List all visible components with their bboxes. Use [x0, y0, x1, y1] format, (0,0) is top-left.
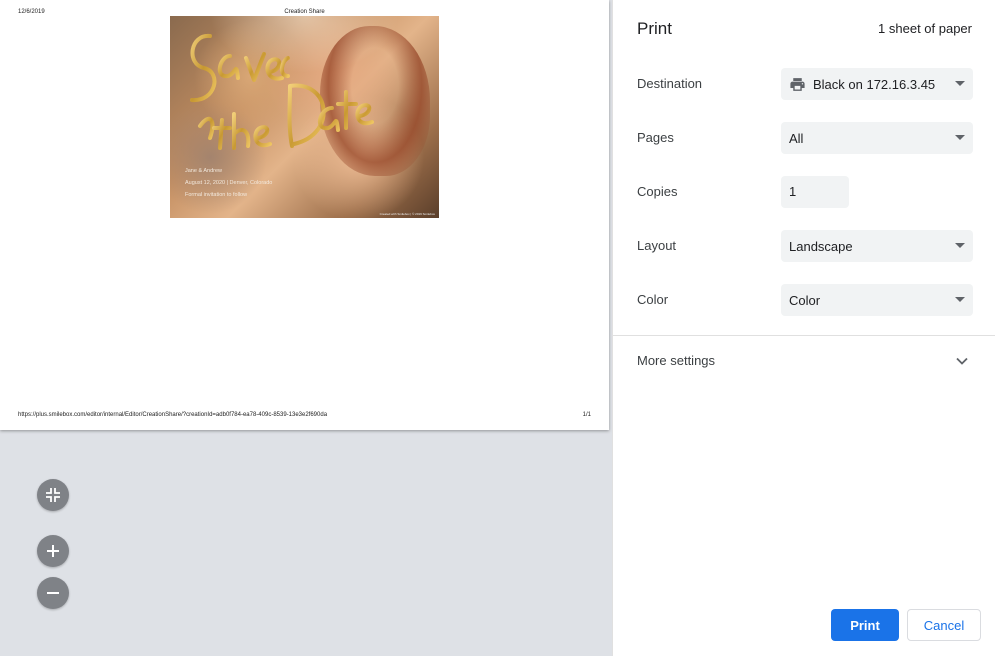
sheet-count: 1 sheet of paper: [878, 21, 972, 36]
print-preview-area: 12/6/2019 Creation Share Jane & Andrew A…: [0, 0, 612, 656]
layout-value: Landscape: [789, 238, 853, 254]
print-settings-panel: Print 1 sheet of paper Destination Black…: [612, 0, 995, 656]
photo-names: Jane & Andrew: [185, 168, 222, 174]
destination-label: Destination: [637, 76, 703, 91]
page-header-title: Creation Share: [284, 9, 325, 15]
save-the-date-lettering: [190, 33, 374, 150]
plus-icon: [47, 545, 59, 557]
page-footer-url: https://plus.smilebox.com/editor/interna…: [18, 412, 328, 418]
photo-credit: Created with Smilebox | © 2019 Smilebox: [379, 212, 435, 216]
color-select[interactable]: Color: [781, 284, 973, 316]
photo-line3: Formal invitation to follow: [185, 192, 248, 198]
color-label: Color: [637, 292, 669, 307]
chevron-down-icon: [955, 81, 965, 86]
chevron-down-icon[interactable]: [955, 354, 969, 368]
layout-label: Layout: [637, 238, 677, 253]
chevron-down-icon: [955, 243, 965, 248]
chevron-down-icon: [955, 297, 965, 302]
destination-value: Black on 172.16.3.45: [813, 76, 936, 92]
chevron-down-icon: [955, 135, 965, 140]
pages-value: All: [789, 130, 804, 146]
save-the-date-image: Jane & Andrew August 12, 2020 | Denver, …: [170, 16, 439, 218]
preview-page: 12/6/2019 Creation Share Jane & Andrew A…: [0, 0, 609, 430]
pages-select[interactable]: All: [781, 122, 973, 154]
more-settings-toggle[interactable]: More settings: [637, 353, 715, 368]
zoom-out-button[interactable]: [37, 577, 69, 609]
copies-input[interactable]: 1: [781, 176, 849, 208]
fit-to-page-button[interactable]: [37, 479, 69, 511]
copies-label: Copies: [637, 184, 678, 199]
fit-to-page-icon: [46, 488, 60, 502]
print-button[interactable]: Print: [831, 609, 899, 641]
photo-date-line: August 12, 2020 | Denver, Colorado: [185, 180, 273, 186]
minus-icon: [47, 592, 59, 594]
panel-title: Print: [637, 19, 672, 38]
zoom-in-button[interactable]: [37, 535, 69, 567]
layout-select[interactable]: Landscape: [781, 230, 973, 262]
color-value: Color: [789, 292, 821, 308]
printer-icon: [790, 77, 805, 91]
cancel-button[interactable]: Cancel: [907, 609, 981, 641]
page-footer-number: 1/1: [582, 412, 591, 418]
divider: [613, 335, 995, 336]
destination-select[interactable]: Black on 172.16.3.45: [781, 68, 973, 100]
pages-label: Pages: [637, 130, 674, 145]
